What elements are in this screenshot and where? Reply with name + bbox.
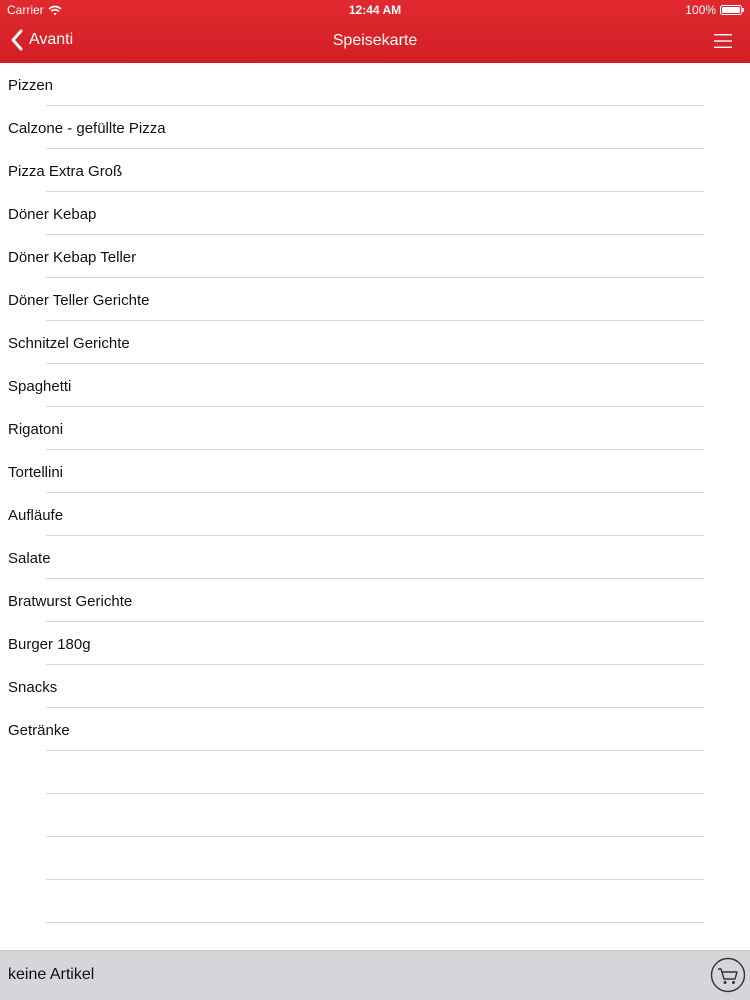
list-item-label: Döner Teller Gerichte [8,292,150,309]
navigation-bar: Avanti Speisekarte [0,20,750,63]
list-item-empty [0,794,750,837]
menu-category-list: Pizzen Calzone - gefüllte Pizza Pizza Extr… [0,63,750,950]
list-item-label: Pizzen [8,77,54,94]
cart-bar: keine Artikel [0,950,750,1000]
list-item-label: Calzone - gefüllte Pizza [8,120,166,137]
cart-status-text: keine Artikel [8,966,95,983]
list-item-label: Salate [8,550,51,567]
list-item-label: Burger 180g [8,636,91,653]
list-item[interactable]: Burger 180g [0,622,750,665]
list-item[interactable]: Bratwurst Gerichte [0,579,750,622]
battery-icon [720,5,744,15]
list-item[interactable]: Schnitzel Gerichte [0,321,750,364]
list-item[interactable]: Getränke [0,708,750,751]
list-item[interactable]: Tortellini [0,450,750,493]
top-bar: Carrier 12:44 AM 100% Avanti Speisekarte [0,0,750,63]
list-item[interactable]: Aufläufe [0,493,750,536]
list-item-empty [0,751,750,794]
list-item[interactable]: Döner Teller Gerichte [0,278,750,321]
list-item-label: Schnitzel Gerichte [8,335,130,352]
list-item[interactable]: Snacks [0,665,750,708]
list-item[interactable]: Spaghetti [0,364,750,407]
screen: Carrier 12:44 AM 100% Avanti Speisekarte… [0,0,750,1000]
shopping-cart-icon[interactable] [710,957,746,993]
list-item[interactable]: Pizza Extra Groß [0,149,750,192]
list-item-label: Getränke [8,722,70,739]
status-battery: 100% [685,3,744,17]
row-divider [46,922,704,923]
list-item[interactable]: Döner Kebap [0,192,750,235]
list-item[interactable]: Döner Kebap Teller [0,235,750,278]
list-item[interactable]: Calzone - gefüllte Pizza [0,106,750,149]
list-item-label: Döner Kebap [8,206,97,223]
status-time: 12:44 AM [348,3,402,17]
list-item-label: Pizza Extra Groß [8,163,123,180]
list-item-label: Spaghetti [8,378,72,395]
list-item-label: Tortellini [8,464,64,481]
list-item-label: Rigatoni [8,421,64,438]
status-bar: Carrier 12:44 AM 100% [0,0,750,20]
list-item-empty [0,837,750,880]
hamburger-menu-icon[interactable] [714,32,732,50]
list-item-empty [0,880,750,923]
list-item[interactable]: Salate [0,536,750,579]
list-item[interactable]: Pizzen [0,63,750,106]
list-item-label: Aufläufe [8,507,64,524]
list-item-label: Döner Kebap Teller [8,249,137,266]
battery-percent: 100% [685,3,716,17]
list-item-label: Snacks [8,679,58,696]
list-item-label: Bratwurst Gerichte [8,593,133,610]
list-item[interactable]: Rigatoni [0,407,750,450]
page-title: Speisekarte [332,32,418,49]
